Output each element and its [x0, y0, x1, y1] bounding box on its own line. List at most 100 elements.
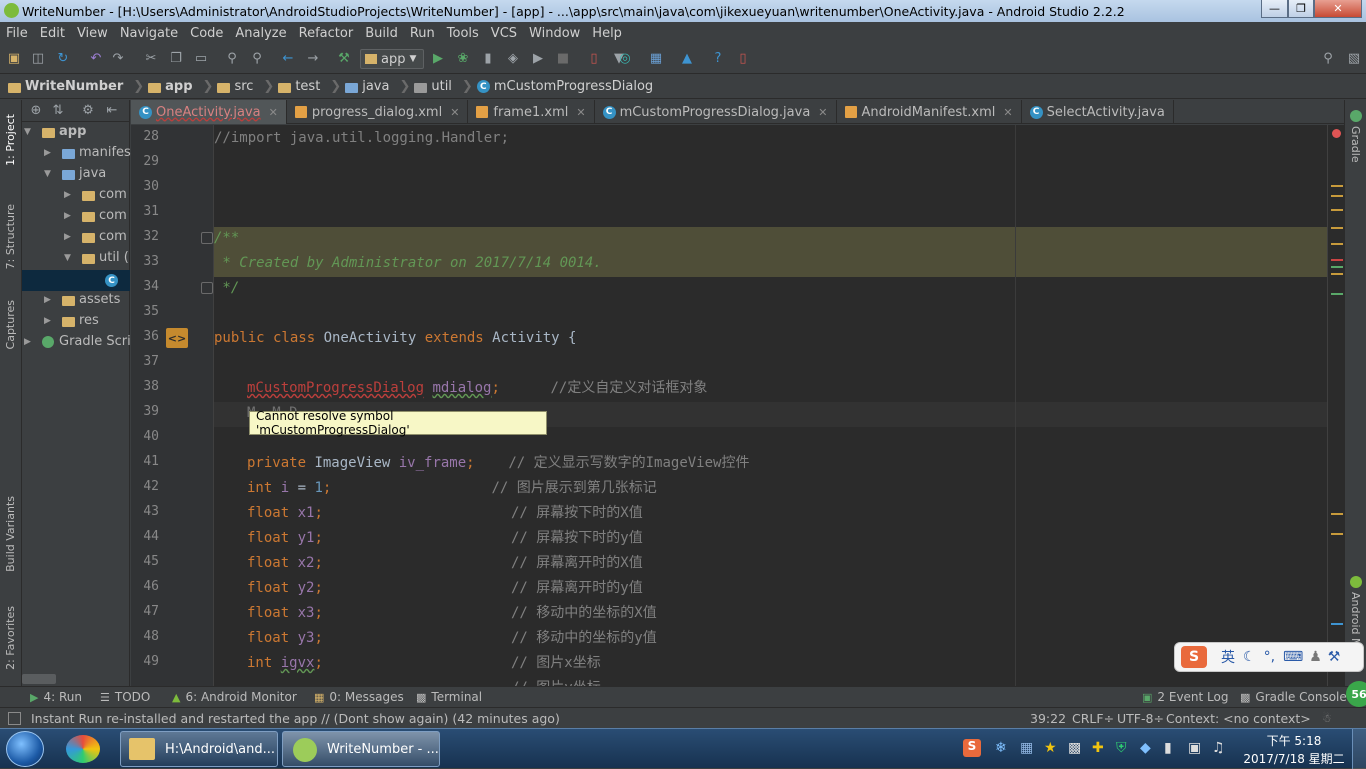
- error-marker[interactable]: [1331, 259, 1343, 261]
- gradle-sync-icon[interactable]: ◎: [617, 51, 633, 67]
- toggle-tool-windows-icon[interactable]: [8, 712, 21, 725]
- warning-marker[interactable]: [1331, 533, 1343, 535]
- project-structure-icon[interactable]: ▦: [648, 51, 664, 67]
- ime-toolbar[interactable]: S 英 ☾ °, ⌨ ♟ ⚒: [1174, 642, 1364, 672]
- menu-file[interactable]: File: [0, 26, 34, 41]
- gear-icon[interactable]: ⚙: [80, 103, 96, 119]
- close-tab-icon[interactable]: ✕: [269, 106, 278, 119]
- shield-icon[interactable]: ⛨: [1116, 740, 1127, 756]
- caret-position[interactable]: 39:22: [1030, 711, 1066, 726]
- search-everywhere-icon[interactable]: ⚲: [1320, 51, 1336, 67]
- captures-tool-tab[interactable]: Captures: [4, 300, 17, 349]
- tree-item-com-2[interactable]: ▶ com: [64, 208, 127, 223]
- collapse-all-icon[interactable]: ⇅: [50, 103, 66, 119]
- code-editor[interactable]: //import java.util.logging.Handler; /** …: [214, 125, 1344, 686]
- make-project-icon[interactable]: ⚒: [336, 51, 352, 67]
- tab-frame1-xml[interactable]: frame1.xml ✕: [468, 100, 595, 124]
- sync-icon[interactable]: ↻: [55, 51, 71, 67]
- crumb-test[interactable]: test: [278, 79, 320, 94]
- copy-icon[interactable]: ❐: [168, 51, 184, 67]
- warning-marker[interactable]: [1331, 185, 1343, 187]
- close-tab-icon[interactable]: ✕: [818, 106, 827, 119]
- user-icon[interactable]: ♟: [1309, 649, 1322, 665]
- redo-icon[interactable]: ↷: [110, 51, 126, 67]
- crumb-util[interactable]: util: [414, 79, 452, 94]
- crumb-src[interactable]: src: [217, 79, 253, 94]
- stop-icon[interactable]: ■: [555, 51, 571, 67]
- tray-icon[interactable]: ▮: [1164, 740, 1172, 756]
- hide-panel-icon[interactable]: ⇤: [104, 103, 120, 119]
- avd-manager-icon[interactable]: ▯: [586, 51, 602, 67]
- start-button[interactable]: [6, 731, 44, 767]
- android-component-icon[interactable]: <>: [166, 328, 188, 348]
- undo-icon[interactable]: ↶: [88, 51, 104, 67]
- warning-marker[interactable]: [1331, 513, 1343, 515]
- tab-oneactivity[interactable]: C OneActivity.java ✕: [131, 100, 287, 124]
- warning-marker[interactable]: [1331, 243, 1343, 245]
- pinned-app-icon[interactable]: [66, 735, 100, 763]
- menu-analyze[interactable]: Analyze: [229, 26, 292, 41]
- wrench-icon[interactable]: ⚒: [1328, 649, 1341, 665]
- warning-marker[interactable]: [1331, 273, 1343, 275]
- close-tab-icon[interactable]: ✕: [450, 106, 459, 119]
- menu-help[interactable]: Help: [586, 26, 628, 41]
- menu-vcs[interactable]: VCS: [485, 26, 523, 41]
- ime-language[interactable]: 英: [1221, 647, 1235, 667]
- close-button[interactable]: ✕: [1314, 0, 1362, 18]
- bluetooth-icon[interactable]: ◆: [1140, 740, 1151, 756]
- build-variants-tool-tab[interactable]: Build Variants: [4, 496, 17, 572]
- punctuation-icon[interactable]: °,: [1264, 649, 1275, 665]
- tree-item-manifests[interactable]: ▶ manifests: [44, 145, 143, 160]
- run-config-select[interactable]: app ▼: [360, 49, 424, 69]
- tree-item-res[interactable]: ▶ res: [44, 313, 99, 328]
- horizontal-scrollbar[interactable]: [22, 674, 56, 684]
- show-desktop-button[interactable]: [1352, 729, 1366, 769]
- clock-date[interactable]: 2017/7/18 星期二: [1240, 750, 1348, 767]
- tree-item-assets[interactable]: ▶ assets: [44, 292, 120, 307]
- messages-tool-tab[interactable]: ▦ 0: Messages: [314, 690, 404, 704]
- structure-tool-tab[interactable]: 7: Structure: [4, 204, 17, 269]
- lock-icon[interactable]: ☃: [1322, 712, 1332, 725]
- terminal-tool-tab[interactable]: ▩ Terminal: [416, 690, 482, 704]
- menu-tools[interactable]: Tools: [441, 26, 485, 41]
- todo-marker[interactable]: [1331, 293, 1343, 295]
- context-indicator[interactable]: Context: <no context>: [1166, 711, 1311, 726]
- volume-icon[interactable]: ♫: [1212, 740, 1225, 756]
- android-device-monitor-icon[interactable]: ▲: [679, 51, 695, 67]
- android-icon[interactable]: ▯: [735, 51, 751, 67]
- keyboard-icon[interactable]: ⌨: [1283, 649, 1303, 665]
- project-tool-tab[interactable]: 1: Project: [4, 114, 17, 166]
- menu-view[interactable]: View: [71, 26, 114, 41]
- crumb-java[interactable]: java: [345, 79, 389, 94]
- coverage-icon[interactable]: ◈: [505, 51, 521, 67]
- file-encoding[interactable]: UTF-8÷: [1117, 711, 1164, 726]
- run-tool-tab[interactable]: ▶ 4: Run: [30, 690, 82, 704]
- warning-marker[interactable]: [1331, 195, 1343, 197]
- open-folder-icon[interactable]: ▣: [6, 51, 22, 67]
- taskbar-explorer[interactable]: H:\Android\and...: [120, 731, 278, 767]
- gradle-console-tool-tab[interactable]: ▩ Gradle Console: [1240, 690, 1347, 704]
- crumb-class[interactable]: CmCustomProgressDialog: [476, 79, 653, 94]
- error-indicator-icon[interactable]: [1332, 129, 1341, 138]
- tray-icon[interactable]: ★: [1044, 740, 1057, 756]
- taskbar-android-studio[interactable]: WriteNumber - ...: [282, 731, 440, 767]
- menu-edit[interactable]: Edit: [34, 26, 71, 41]
- menu-refactor[interactable]: Refactor: [293, 26, 360, 41]
- profile-icon[interactable]: ▮: [480, 51, 496, 67]
- forward-icon[interactable]: →: [305, 51, 321, 67]
- android-monitor-tool-tab[interactable]: ▲ 6: Android Monitor: [172, 690, 297, 704]
- save-icon[interactable]: ◫: [30, 51, 46, 67]
- maximize-button[interactable]: ❐: [1288, 0, 1314, 18]
- clock-time[interactable]: 下午 5:18: [1244, 732, 1344, 749]
- close-tab-icon[interactable]: ✕: [1003, 106, 1012, 119]
- run-icon[interactable]: ▶: [430, 51, 446, 67]
- tree-item-java[interactable]: ▼ java: [44, 166, 106, 181]
- tree-item-com-3[interactable]: ▶ com: [64, 229, 127, 244]
- android-model-tool-tab[interactable]: Android M: [1349, 592, 1362, 648]
- info-marker[interactable]: [1331, 623, 1343, 625]
- warning-marker[interactable]: [1331, 227, 1343, 229]
- paste-icon[interactable]: ▭: [193, 51, 209, 67]
- tree-item-util[interactable]: ▼ util (: [64, 250, 129, 265]
- tab-android-manifest[interactable]: AndroidManifest.xml ✕: [837, 100, 1022, 124]
- menu-code[interactable]: Code: [184, 26, 229, 41]
